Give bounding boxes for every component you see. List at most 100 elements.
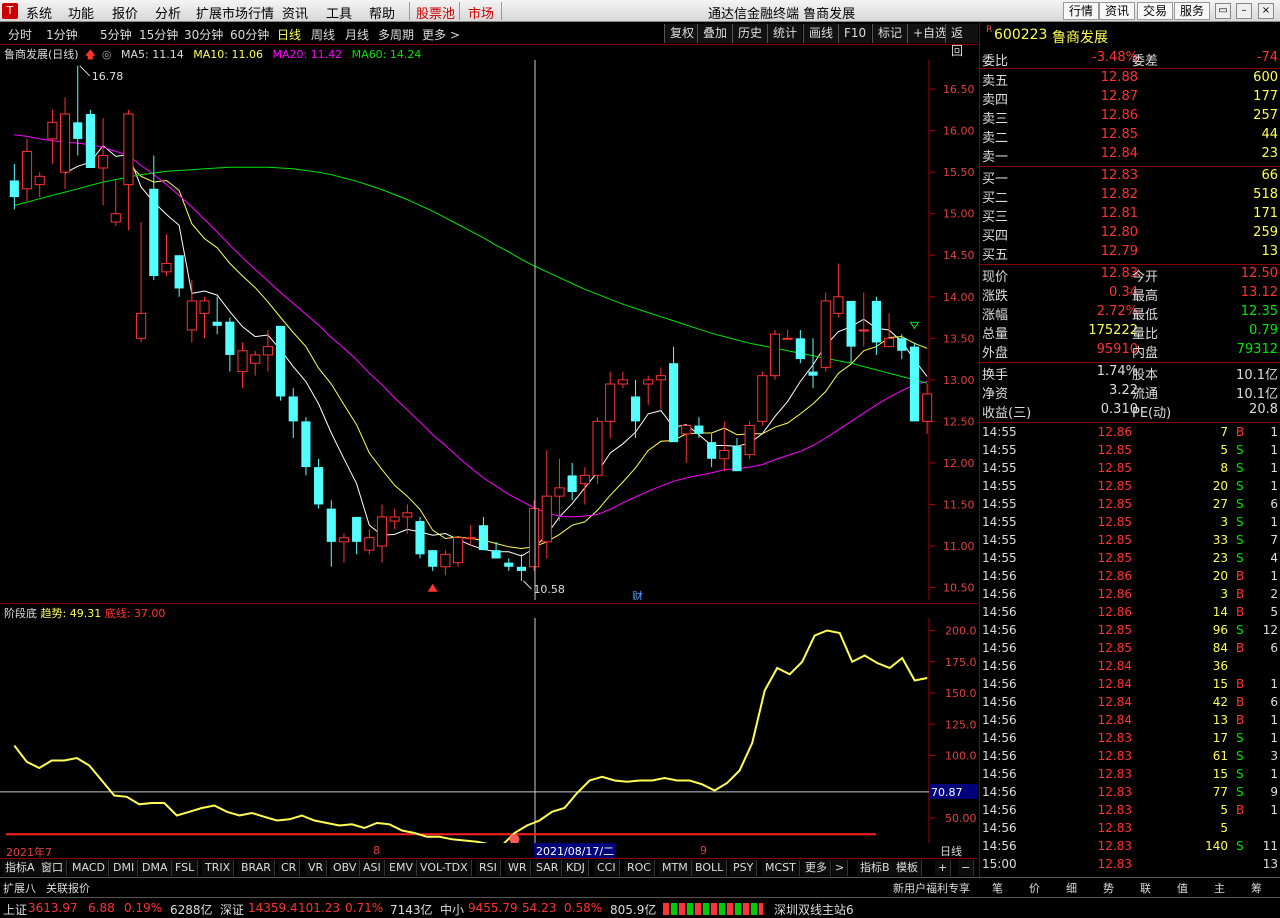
candle[interactable] — [85, 109, 95, 168]
indicator-tab[interactable]: VR — [305, 860, 328, 876]
candle[interactable] — [47, 109, 58, 164]
indicator-tab[interactable]: WR — [505, 860, 531, 876]
ask-row-3[interactable]: 卖三 12.86 257 — [980, 108, 1280, 127]
tool-mark[interactable]: 标记 — [872, 24, 908, 43]
tick-row[interactable]: 14:56 12.83 77 S 9 — [980, 785, 1280, 803]
tick-row[interactable]: 14:56 12.85 96 S 12 — [980, 623, 1280, 641]
tick-row[interactable]: 14:55 12.85 27 S 6 — [980, 497, 1280, 515]
candle[interactable] — [516, 554, 527, 581]
indicator-tab[interactable]: DMI — [110, 860, 139, 876]
tick-row[interactable]: 15:00 12.83 13 — [980, 857, 1280, 875]
new-user-benefit-link[interactable]: 新用户福利专享 — [893, 880, 970, 896]
tick-row[interactable]: 14:55 12.85 8 S 1 — [980, 461, 1280, 479]
indicator-tab[interactable]: 模板 — [893, 860, 922, 876]
tick-row[interactable]: 14:56 12.83 17 S 1 — [980, 731, 1280, 749]
bid-row-5[interactable]: 买五 12.79 13 — [980, 244, 1280, 263]
menu-quote[interactable]: 报价 — [112, 3, 138, 22]
indicator-tab[interactable]: 指标B — [857, 860, 894, 876]
tick-row[interactable]: 14:56 12.83 5 B 1 — [980, 803, 1280, 821]
index-sz-name[interactable]: 深证 — [220, 901, 244, 918]
tab-main[interactable]: 主 — [1214, 880, 1225, 896]
candle[interactable] — [440, 550, 451, 576]
candle[interactable] — [199, 296, 210, 339]
candle[interactable] — [478, 516, 488, 551]
indicator-tab[interactable]: OBV — [330, 860, 361, 876]
tool-overlay[interactable]: 叠加 — [697, 24, 733, 43]
candle[interactable] — [579, 467, 590, 505]
tick-row[interactable]: 14:55 12.85 5 S 1 — [980, 443, 1280, 461]
top-btn-service[interactable]: 服务 — [1174, 2, 1211, 20]
indicator-tab[interactable]: RSI — [476, 860, 501, 876]
tick-row[interactable]: 14:56 12.86 14 B 5 — [980, 605, 1280, 623]
candle[interactable] — [301, 417, 311, 476]
candle[interactable] — [174, 255, 184, 297]
tick-row[interactable]: 14:56 12.84 15 B 1 — [980, 677, 1280, 695]
candle[interactable] — [846, 300, 856, 364]
candle[interactable] — [34, 172, 45, 198]
tab-scroll-right-icon[interactable]: > — [832, 860, 849, 876]
tick-row[interactable]: 14:56 12.83 140 S 11 — [980, 839, 1280, 857]
candle[interactable] — [922, 384, 933, 434]
indicator-tab[interactable]: TRIX — [202, 860, 235, 876]
candle[interactable] — [149, 155, 159, 281]
tool-draw[interactable]: 画线 — [803, 24, 839, 43]
indicator-tab[interactable]: BOLL — [692, 860, 728, 876]
candle[interactable] — [769, 330, 781, 380]
indicator-tab[interactable]: EMV — [386, 860, 417, 876]
indicator-tab[interactable]: MTM — [659, 860, 692, 876]
minimize-icon[interactable]: – — [1236, 3, 1252, 19]
candle[interactable] — [707, 433, 717, 468]
candle[interactable] — [554, 458, 565, 522]
indicator-tab[interactable]: CR — [278, 860, 301, 876]
candle[interactable] — [186, 280, 197, 343]
top-btn-quote[interactable]: 行情 — [1063, 2, 1100, 20]
candle[interactable] — [237, 342, 248, 389]
candle[interactable] — [402, 504, 413, 534]
tab-ticks[interactable]: 笔 — [992, 880, 1003, 896]
indicator-tab[interactable]: VOL-TDX — [417, 860, 472, 876]
candle[interactable] — [428, 550, 438, 571]
menu-tools[interactable]: 工具 — [326, 3, 352, 22]
candlestick-chart[interactable]: 16.50 16.00 15.50 15.00 14.50 14.00 13.50 13.00… — [0, 60, 978, 600]
tab-ext8[interactable]: 扩展八 — [3, 880, 36, 896]
candle[interactable] — [592, 417, 603, 484]
tick-row[interactable]: 14:56 12.83 15 S 1 — [980, 767, 1280, 785]
tab-chips[interactable]: 筹 — [1251, 880, 1262, 896]
candle[interactable] — [630, 379, 641, 438]
tool-stats[interactable]: 统计 — [767, 24, 803, 43]
candle[interactable] — [808, 338, 818, 389]
candle[interactable] — [605, 371, 616, 438]
candle[interactable] — [681, 425, 692, 463]
menu-stock-pool[interactable]: 股票池 — [416, 3, 455, 22]
bid-row-4[interactable]: 买四 12.80 259 — [980, 225, 1280, 244]
menu-analysis[interactable]: 分析 — [155, 3, 181, 22]
candle[interactable] — [262, 330, 273, 372]
tick-row[interactable]: 14:56 12.85 84 B 6 — [980, 641, 1280, 659]
menu-ext-market[interactable]: 扩展市场行情 — [196, 3, 274, 22]
candle[interactable] — [136, 222, 147, 343]
top-btn-info[interactable]: 资讯 — [1099, 2, 1136, 20]
candle[interactable] — [833, 263, 844, 318]
indicator-tab[interactable]: 更多 — [802, 860, 831, 876]
tool-f10[interactable]: F10 — [838, 24, 872, 43]
bid-row-1[interactable]: 买一 12.83 66 — [980, 168, 1280, 187]
candle[interactable] — [694, 417, 704, 438]
candle[interactable] — [338, 533, 350, 563]
tick-row[interactable]: 14:56 12.86 3 B 2 — [980, 587, 1280, 605]
candle[interactable] — [529, 500, 540, 571]
menu-function[interactable]: 功能 — [68, 3, 94, 22]
menu-help[interactable]: 帮助 — [369, 3, 395, 22]
candle[interactable] — [352, 516, 362, 555]
indicator-tab[interactable]: ASI — [360, 860, 385, 876]
tick-row[interactable]: 14:55 12.85 3 S 1 — [980, 515, 1280, 533]
menu-info[interactable]: 资讯 — [282, 3, 308, 22]
candle[interactable] — [161, 234, 172, 276]
candle[interactable] — [567, 462, 577, 501]
indicator-tab[interactable]: KDJ — [563, 860, 589, 876]
period-15min[interactable]: 15分钟 — [139, 26, 178, 43]
candle[interactable] — [376, 504, 388, 563]
tick-row[interactable]: 14:56 12.84 42 B 6 — [980, 695, 1280, 713]
bid-row-2[interactable]: 买二 12.82 518 — [980, 187, 1280, 206]
indicator-tab[interactable]: BRAR — [238, 860, 275, 876]
candle[interactable] — [541, 450, 552, 559]
